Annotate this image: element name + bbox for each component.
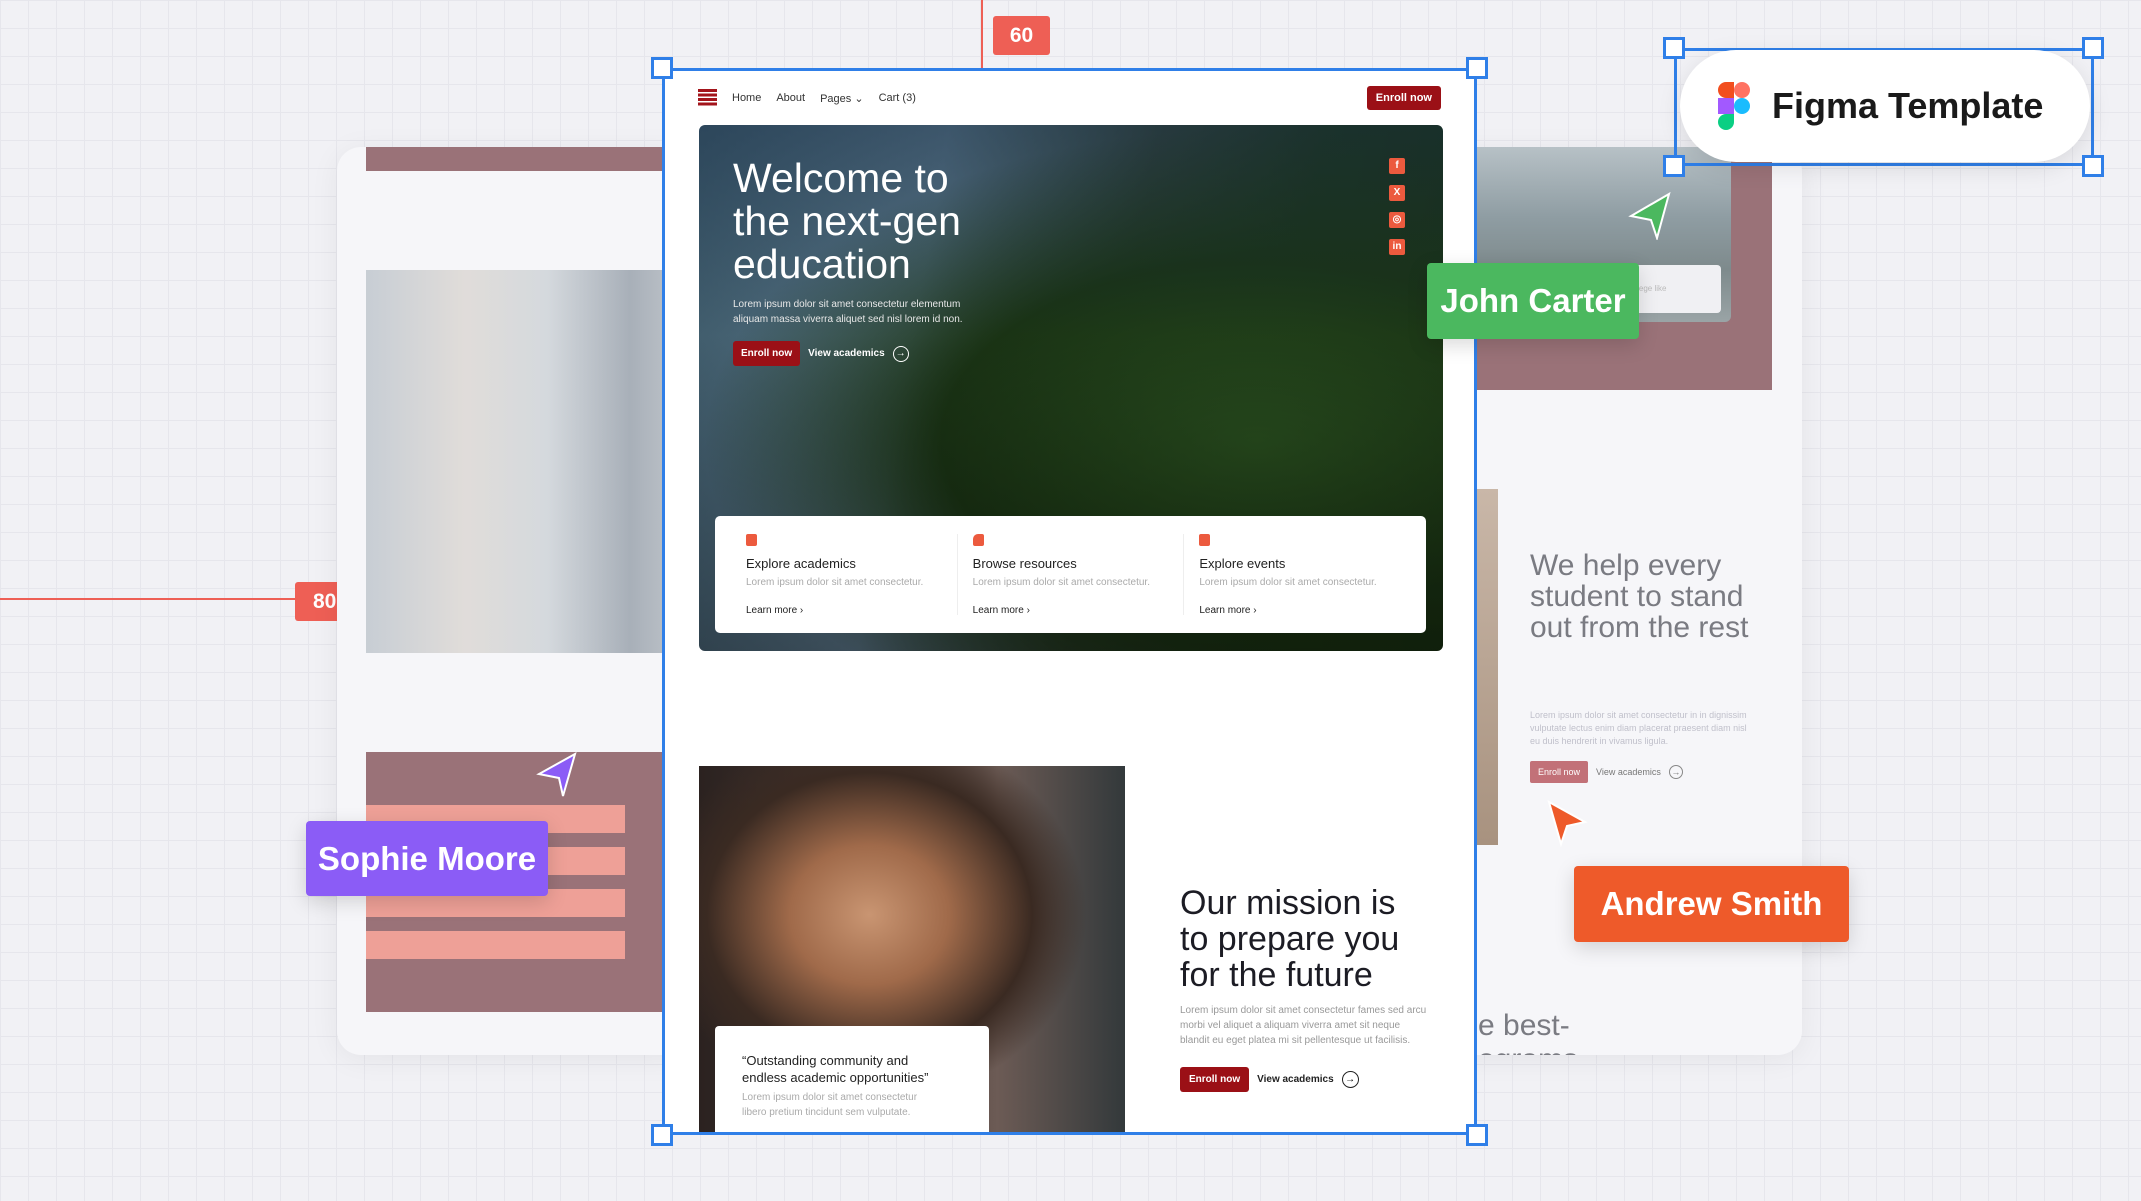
- figma-badge: Figma Template: [1680, 50, 2090, 162]
- cursor-arrow-icon: [536, 751, 577, 797]
- learn-more-link[interactable]: Learn more ›: [1199, 605, 1256, 616]
- mission-section: Our mission is to prepare you for the fu…: [1180, 885, 1426, 1092]
- resize-handle[interactable]: [651, 1124, 673, 1146]
- mission-text: Lorem ipsum dolor sit amet consectetur f…: [1180, 1005, 1427, 1046]
- resize-handle[interactable]: [1466, 57, 1488, 79]
- hero-title: Welcome to the next-gen education: [733, 155, 961, 287]
- feature-cards: Explore academics Lorem ipsum dolor sit …: [715, 516, 1426, 633]
- guide-label-top: 60: [993, 16, 1050, 55]
- calendar-icon: [1199, 534, 1211, 546]
- facebook-icon[interactable]: f: [1389, 158, 1405, 174]
- x-icon[interactable]: X: [1389, 185, 1405, 201]
- enroll-button[interactable]: Enroll now: [1530, 761, 1589, 783]
- nav-about[interactable]: About: [776, 92, 805, 104]
- hero-enroll-button[interactable]: Enroll now: [733, 341, 801, 366]
- learn-more-link[interactable]: Learn more ›: [973, 605, 1030, 616]
- cursor-label-sophie-moore: Sophie Moore: [306, 821, 548, 896]
- learn-more-link[interactable]: Learn more ›: [746, 605, 803, 616]
- arrow-right-icon: →: [1341, 1071, 1359, 1088]
- book-icon: [746, 534, 757, 546]
- partial-heading: e best- ograms: [1478, 1009, 1578, 1055]
- cursor-arrow-icon: [1628, 191, 1671, 240]
- resources-icon: [972, 534, 984, 546]
- mission-title: Our mission is to prepare you for the fu…: [1180, 884, 1400, 994]
- cursor-label-andrew-smith: Andrew Smith: [1574, 866, 1849, 942]
- section-text: Lorem ipsum dolor sit amet consectetur i…: [1530, 710, 1747, 746]
- nav-cart[interactable]: Cart (3): [879, 92, 916, 104]
- resize-handle[interactable]: [2082, 155, 2104, 177]
- left-preview-card: [337, 147, 697, 1055]
- cursor-arrow-icon: [1547, 799, 1588, 848]
- mission-enroll-button[interactable]: Enroll now: [1180, 1067, 1250, 1092]
- view-academics-link[interactable]: View academics: [1257, 1074, 1334, 1085]
- card-explore-events: Explore events Lorem ipsum dolor sit ame…: [1184, 534, 1410, 616]
- nav-pages[interactable]: Pages ⌄: [820, 92, 863, 105]
- guide-line-vertical: [981, 0, 983, 68]
- card-explore-academics: Explore academics Lorem ipsum dolor sit …: [731, 534, 958, 616]
- arrow-right-icon: →: [892, 345, 909, 362]
- brown-bar: [366, 147, 696, 171]
- instagram-icon[interactable]: ◎: [1389, 212, 1405, 228]
- figma-logo-icon: [1718, 82, 1750, 130]
- arrow-right-icon: →: [1668, 765, 1683, 779]
- view-academics-link[interactable]: View academics: [1596, 767, 1661, 777]
- navbar: Home About Pages ⌄ Cart (3) Enroll now: [665, 71, 1474, 125]
- student-photo: “Outstanding community and endless acade…: [699, 766, 1125, 1132]
- resize-handle[interactable]: [1663, 155, 1685, 177]
- quote-card: “Outstanding community and endless acade…: [715, 1026, 989, 1132]
- selected-frame[interactable]: Home About Pages ⌄ Cart (3) Enroll now W…: [662, 68, 1477, 1135]
- view-academics-link[interactable]: View academics: [808, 348, 885, 359]
- resize-handle[interactable]: [651, 57, 673, 79]
- team-photo: [366, 270, 696, 653]
- side-photo-strip: [1477, 489, 1498, 845]
- nav-home[interactable]: Home: [732, 92, 761, 104]
- cursor-label-john-carter: John Carter: [1427, 263, 1639, 339]
- hero: Welcome to the next-gen education Lorem …: [699, 125, 1443, 651]
- resize-handle[interactable]: [2082, 37, 2104, 59]
- chevron-down-icon: ⌄: [854, 92, 864, 105]
- hero-text: Lorem ipsum dolor sit amet consectetur e…: [733, 299, 963, 325]
- logo-icon[interactable]: [698, 89, 717, 107]
- resize-handle[interactable]: [1663, 37, 1685, 59]
- nav-enroll-button[interactable]: Enroll now: [1366, 86, 1441, 110]
- linkedin-icon[interactable]: in: [1389, 239, 1405, 255]
- section-title: We help every student to stand out from …: [1530, 549, 1749, 644]
- resize-handle[interactable]: [1466, 1124, 1488, 1146]
- card-browse-resources: Browse resources Lorem ipsum dolor sit a…: [958, 534, 1185, 616]
